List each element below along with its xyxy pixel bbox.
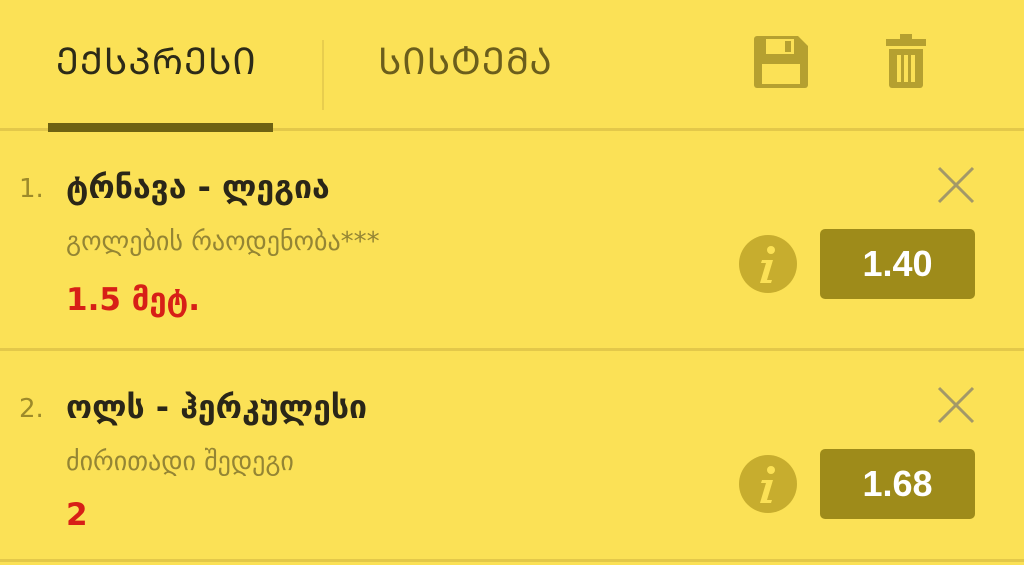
- bet-slip-header: ᲔᲥᲡᲞᲠᲔᲡᲘ ᲡᲘᲡᲢᲔᲛᲐ: [0, 0, 1024, 132]
- bet-selection: 1.5 მეტ.: [66, 282, 201, 318]
- save-button[interactable]: [754, 36, 808, 88]
- bet-market: ძირითადი შედეგი: [66, 447, 294, 477]
- bet-match-name: ოლს - ჰერკულესი: [66, 388, 368, 426]
- info-button[interactable]: [739, 235, 797, 293]
- delete-all-button[interactable]: [886, 34, 926, 88]
- info-icon: [739, 235, 797, 293]
- odds-button[interactable]: 1.68: [820, 449, 975, 519]
- tab-divider: [322, 40, 324, 110]
- close-icon: [937, 166, 975, 204]
- remove-bet-button[interactable]: [936, 165, 976, 205]
- remove-bet-button[interactable]: [936, 385, 976, 425]
- info-icon: [739, 455, 797, 513]
- bet-selection: 2: [66, 497, 88, 533]
- info-button[interactable]: [739, 455, 797, 513]
- tab-express[interactable]: ᲔᲥᲡᲞᲠᲔᲡᲘ: [56, 40, 257, 84]
- trash-can-icon: [886, 34, 926, 88]
- bet-item: 1. ტრნავა - ლეგია გოლების რაოდენობა*** 1…: [0, 131, 1024, 351]
- close-icon: [937, 386, 975, 424]
- bet-market: გოლების რაოდენობა***: [66, 227, 380, 257]
- bet-match-name: ტრნავა - ლეგია: [66, 168, 330, 206]
- bet-item: 2. ოლს - ჰერკულესი ძირითადი შედეგი 2 1.6…: [0, 351, 1024, 562]
- tab-system[interactable]: ᲡᲘᲡᲢᲔᲛᲐ: [378, 40, 553, 84]
- odds-button[interactable]: 1.40: [820, 229, 975, 299]
- bet-index: 1.: [19, 174, 44, 204]
- floppy-disk-icon: [754, 36, 808, 88]
- bet-index: 2.: [19, 394, 44, 424]
